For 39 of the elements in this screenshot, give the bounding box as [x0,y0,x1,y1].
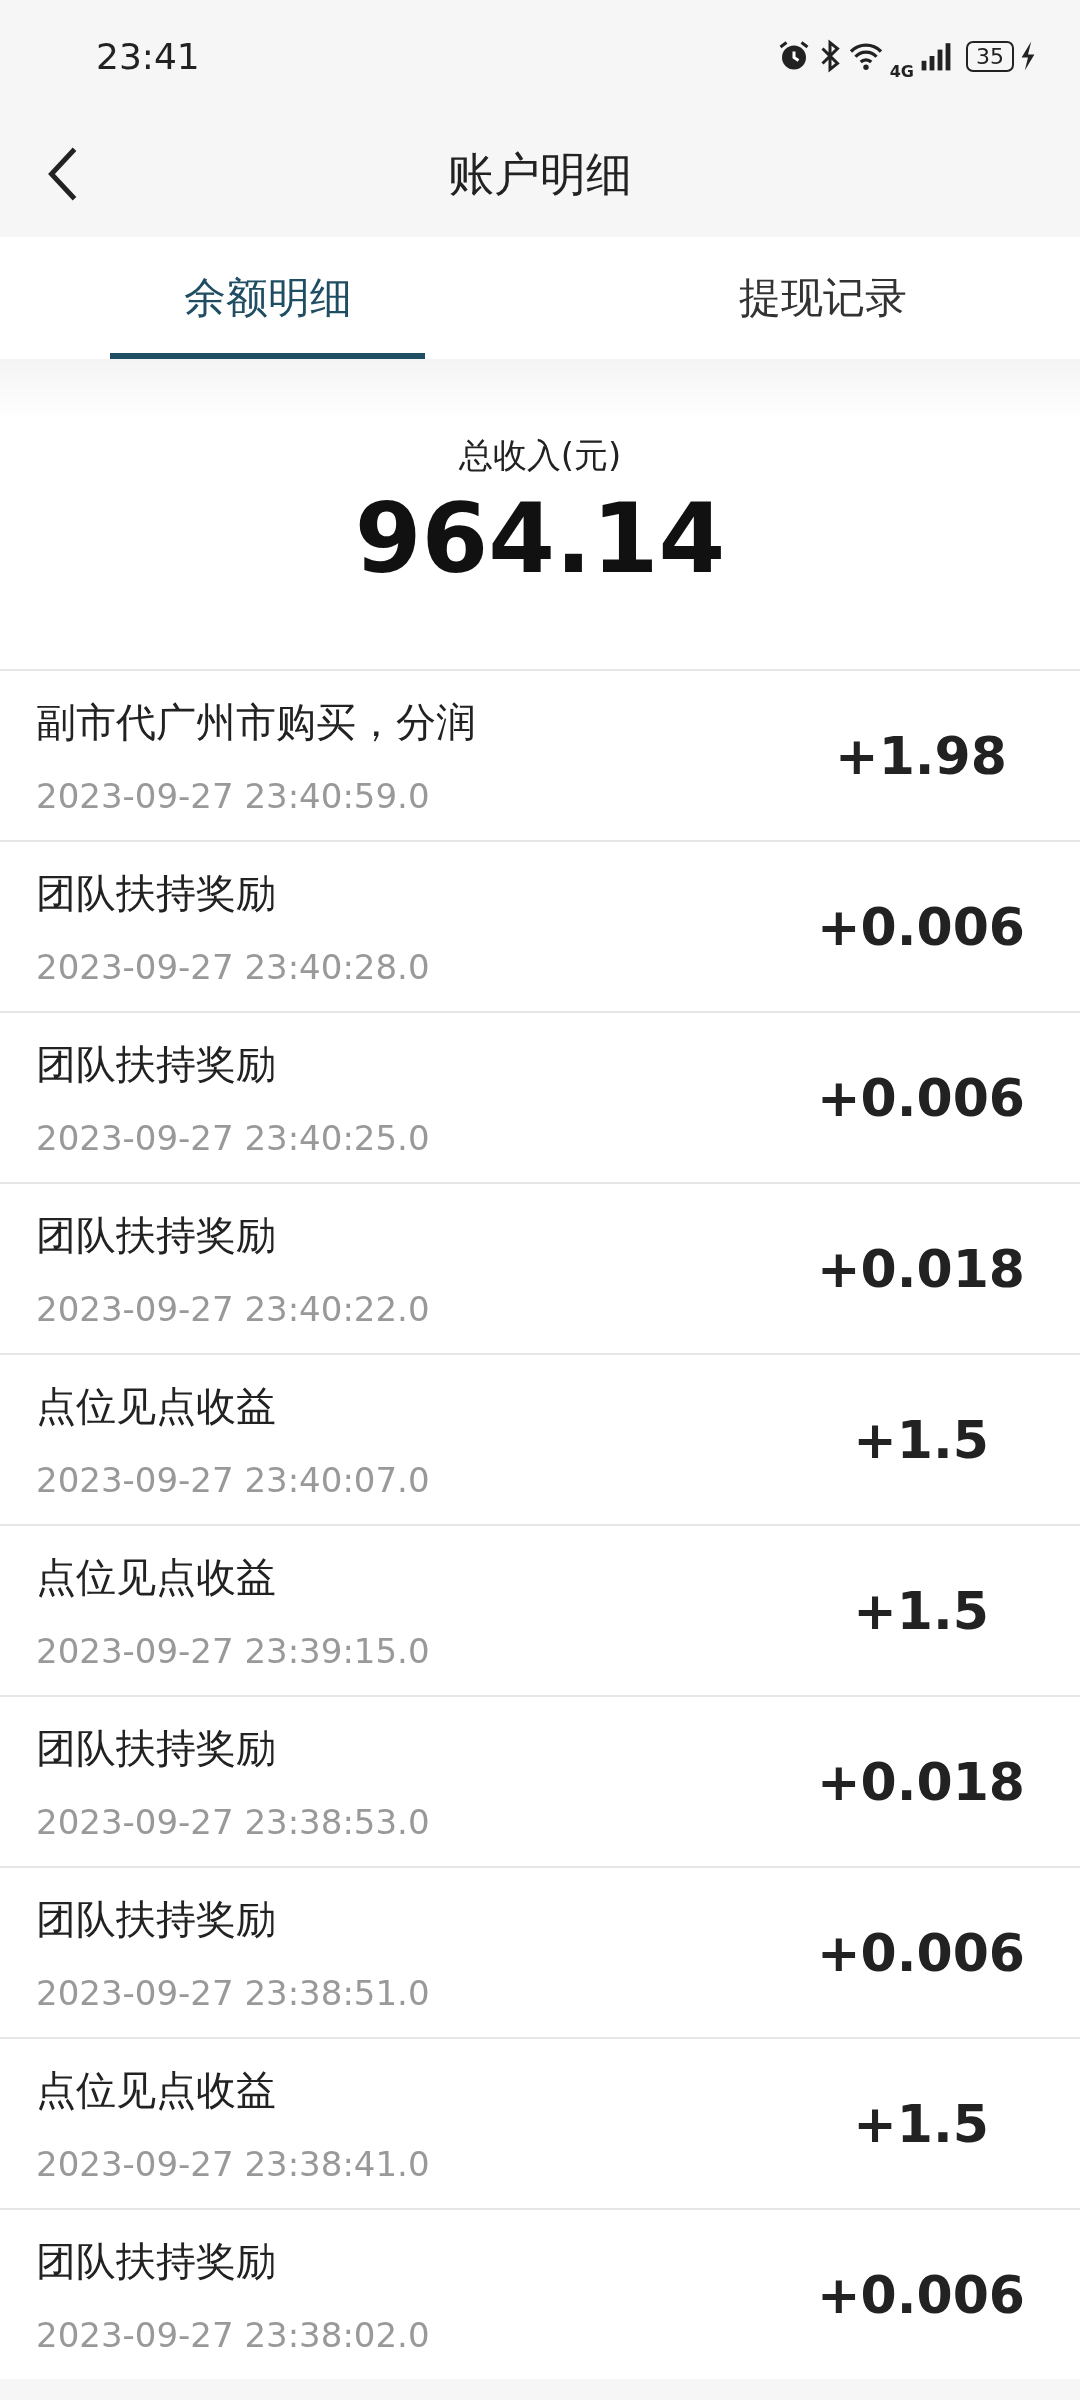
record-title: 副市代广州市购买，分润 [36,698,477,747]
status-time: 23:41 [96,35,200,77]
tab[interactable]: 提现记录 [665,237,980,359]
record-title: 点位见点收益 [36,1553,277,1602]
record-title: 团队扶持奖励 [36,2237,277,2286]
record-time: 2023-09-27 23:38:41.0 [36,2144,431,2184]
record-time: 2023-09-27 23:40:07.0 [36,1460,431,1500]
record-amount: +1.5 [852,1580,990,1641]
record-amount: +0.006 [815,2264,1027,2325]
record-amount: +1.5 [852,1409,990,1470]
record-title: 团队扶持奖励 [36,1895,277,1944]
record-amount: +0.006 [815,896,1027,957]
record-title: 点位见点收益 [36,2066,277,2115]
record-time: 2023-09-27 23:40:22.0 [36,1289,431,1329]
record-time: 2023-09-27 23:40:59.0 [36,776,431,816]
record-amount: +1.5 [852,2093,990,2154]
total-income-label: 总收入(元) [458,434,622,477]
page-title: 账户明细 [448,145,632,203]
total-income-amount: 964.14 [354,483,726,595]
record-time: 2023-09-27 23:38:53.0 [36,1802,431,1842]
record-time: 2023-09-27 23:40:25.0 [36,1118,431,1158]
record-title: 团队扶持奖励 [36,869,277,918]
record-amount: +0.018 [815,1238,1027,1299]
record-title: 团队扶持奖励 [36,1724,277,1773]
record-time: 2023-09-27 23:40:28.0 [36,947,431,987]
record-amount: +0.018 [815,1751,1027,1812]
record-amount: +1.98 [834,725,1008,786]
record-time: 2023-09-27 23:39:15.0 [36,1631,431,1671]
record-time: 2023-09-27 23:38:51.0 [36,1973,431,2013]
network-label: 4G [889,61,914,81]
record-amount: +0.006 [815,1922,1027,1983]
record-title: 团队扶持奖励 [36,1040,277,1089]
record-title: 团队扶持奖励 [36,1211,277,1260]
battery-level: 35 [966,40,1014,72]
signal-icon [920,40,952,72]
record-amount: +0.006 [815,1067,1027,1128]
charging-icon [1020,40,1036,72]
record-time: 2023-09-27 23:38:02.0 [36,2315,431,2355]
record-title: 点位见点收益 [36,1382,277,1431]
